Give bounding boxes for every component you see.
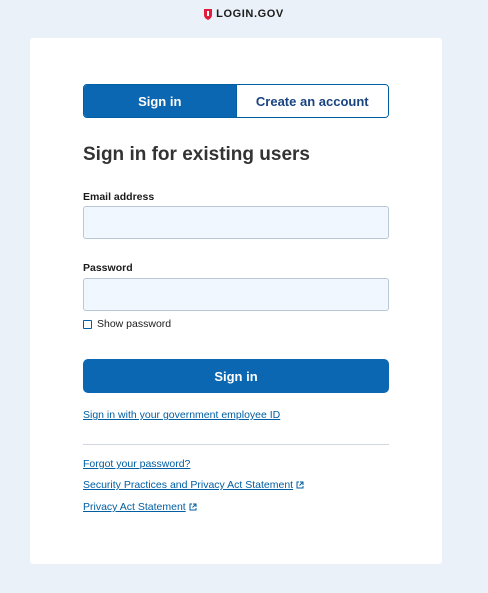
piv-sign-in-link[interactable]: Sign in with your government employee ID xyxy=(83,409,280,421)
password-field[interactable] xyxy=(83,278,389,311)
privacy-act-link[interactable]: Privacy Act Statement xyxy=(83,501,197,513)
security-practices-link[interactable]: Security Practices and Privacy Act State… xyxy=(83,479,304,491)
show-password-checkbox[interactable] xyxy=(83,319,92,329)
sign-in-button[interactable]: Sign in xyxy=(83,359,389,393)
external-link-icon xyxy=(296,481,304,489)
privacy-act-link-label: Privacy Act Statement xyxy=(83,501,186,513)
sign-in-card: Sign in Create an account Sign in for ex… xyxy=(30,38,442,564)
account-tabs: Sign in Create an account xyxy=(83,84,389,118)
page-title: Sign in for existing users xyxy=(83,144,310,165)
brand-header: LOGIN.GOV xyxy=(0,8,488,20)
tab-create-account[interactable]: Create an account xyxy=(235,85,388,117)
forgot-password-link[interactable]: Forgot your password? xyxy=(83,458,190,470)
show-password-label[interactable]: Show password xyxy=(97,318,171,330)
tab-sign-in[interactable]: Sign in xyxy=(84,85,236,117)
shield-icon xyxy=(204,8,213,20)
show-password-row: Show password xyxy=(83,318,171,330)
email-field[interactable] xyxy=(83,206,389,239)
piv-sign-in-link-label: Sign in with your government employee ID xyxy=(83,409,281,421)
email-label: Email address xyxy=(83,191,155,203)
external-link-icon xyxy=(189,503,197,511)
divider xyxy=(83,444,389,445)
password-label: Password xyxy=(83,262,133,274)
brand-name: LOGIN.GOV xyxy=(216,8,284,20)
security-practices-link-label: Security Practices and Privacy Act State… xyxy=(83,479,294,491)
forgot-password-link-label: Forgot your password? xyxy=(83,458,191,470)
